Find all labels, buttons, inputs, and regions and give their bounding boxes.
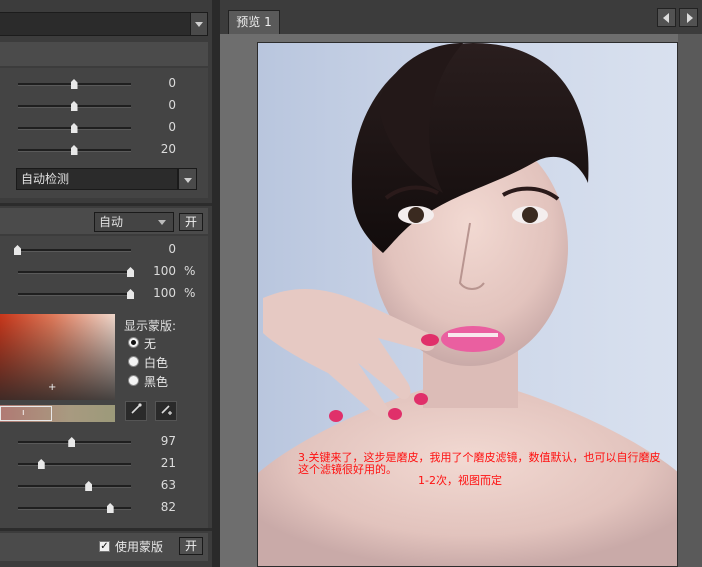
- preview-photo: [257, 42, 678, 567]
- annotation-line-2: 这个滤镜很好用的。: [298, 463, 397, 476]
- mask-option-white-label: 白色: [144, 356, 169, 370]
- slider-thumb[interactable]: [85, 481, 93, 491]
- eyedropper-icon: [131, 403, 142, 414]
- slider-thumb[interactable]: [70, 145, 78, 155]
- slider-9-value: 21: [160, 456, 176, 470]
- slider-11-value: 82: [160, 500, 176, 514]
- auto-detect-dropdown-button[interactable]: [178, 168, 197, 190]
- color-range-selection[interactable]: [0, 406, 52, 421]
- eyedropper-button[interactable]: [125, 401, 147, 421]
- chevron-left-icon: [663, 13, 669, 23]
- slider-10-value: 63: [160, 478, 176, 492]
- use-mask-checkbox[interactable]: ✓: [99, 541, 110, 552]
- chevron-down-icon: [195, 22, 203, 27]
- tab-scroll-right-button[interactable]: [679, 8, 698, 27]
- slider-2-value: 0: [168, 98, 176, 112]
- annotation-line-3: 1-2次，视图而定: [418, 474, 502, 487]
- tab-preview-1[interactable]: 预览 1: [228, 10, 280, 34]
- canvas-margin: [678, 34, 702, 567]
- divider: [0, 203, 212, 206]
- adjustment-panel: 0 0 0 20 自动检测 自动 开 0 100 % 100 % + ı 显示蒙…: [0, 0, 212, 567]
- slider-3[interactable]: [18, 121, 131, 135]
- portrait-image: [258, 43, 677, 566]
- preset-combo-dropdown-button[interactable]: [190, 12, 208, 36]
- eyedropper-plus-icon: [161, 405, 172, 415]
- section-header: [0, 42, 208, 66]
- color-picker-field[interactable]: +: [0, 314, 115, 400]
- mask-option-black-radio[interactable]: [128, 375, 139, 386]
- slider-3-value: 0: [168, 120, 176, 134]
- slider-10[interactable]: [18, 479, 131, 493]
- eyedropper-add-button[interactable]: [155, 401, 177, 421]
- mask-option-black-label: 黑色: [144, 375, 169, 389]
- chevron-right-icon: [687, 13, 693, 23]
- divider: [0, 528, 212, 531]
- chevron-down-icon: [158, 220, 166, 225]
- toggle-on-button[interactable]: 开: [179, 213, 203, 231]
- show-mask-label: 显示蒙版:: [124, 319, 177, 333]
- slider-8[interactable]: [18, 435, 131, 449]
- mask-option-none-radio[interactable]: [128, 337, 139, 348]
- slider-1[interactable]: [18, 77, 131, 91]
- slider-7-value: 100: [153, 286, 176, 300]
- slider-6[interactable]: [18, 265, 134, 279]
- use-mask-label: 使用蒙版: [115, 540, 164, 554]
- slider-7[interactable]: [18, 287, 134, 301]
- slider-7-unit: %: [184, 286, 196, 300]
- chevron-down-icon: [184, 178, 192, 183]
- slider-thumb[interactable]: [37, 459, 45, 469]
- slider-11[interactable]: [18, 501, 131, 515]
- tab-scroll-left-button[interactable]: [657, 8, 676, 27]
- auto-detect-select[interactable]: 自动检测: [16, 168, 178, 190]
- slider-8-value: 97: [160, 434, 176, 448]
- mask-option-none-label: 无: [144, 337, 157, 351]
- slider-thumb[interactable]: [68, 437, 76, 447]
- mask-option-white-radio[interactable]: [128, 356, 139, 367]
- slider-thumb[interactable]: [70, 123, 78, 133]
- preview-tab-bar: [220, 0, 702, 34]
- slider-4[interactable]: [18, 143, 131, 157]
- slider-5-value: 0: [168, 242, 176, 256]
- preset-combo[interactable]: [0, 12, 191, 36]
- crosshair-icon: +: [48, 382, 57, 393]
- panel-separator[interactable]: [212, 0, 220, 567]
- range-marker-icon: ı: [22, 408, 25, 418]
- slider-9[interactable]: [18, 457, 131, 471]
- slider-thumb[interactable]: [70, 101, 78, 111]
- use-mask-on-button[interactable]: 开: [179, 537, 203, 555]
- slider-6-value: 100: [153, 264, 176, 278]
- slider-thumb[interactable]: [106, 503, 114, 513]
- slider-6-unit: %: [184, 264, 196, 278]
- slider-thumb[interactable]: [70, 79, 78, 89]
- slider-2[interactable]: [18, 99, 131, 113]
- slider-4-value: 20: [160, 142, 176, 156]
- slider-1-value: 0: [168, 76, 176, 90]
- slider-5[interactable]: [14, 243, 131, 257]
